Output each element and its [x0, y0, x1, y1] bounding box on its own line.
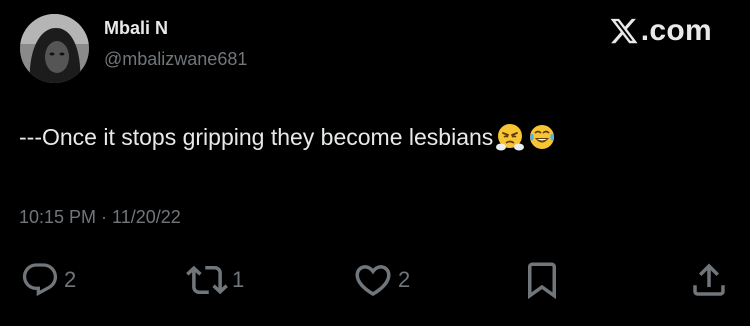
reply-count: 2 [64, 267, 77, 292]
tweet-action-bar: 2 1 2 [0, 258, 750, 302]
tweet-text: ---Once it stops gripping they become le… [19, 123, 494, 150]
tweet-timestamp[interactable]: 10:15 PM · 11/20/22 [19, 207, 181, 228]
retweet-button[interactable]: 1 [186, 258, 244, 302]
bookmark-icon [521, 259, 563, 301]
reply-icon [20, 260, 60, 300]
face-with-tears-of-joy-icon [527, 122, 557, 152]
share-button[interactable] [688, 258, 730, 302]
brand-domain-text: .com [640, 14, 712, 47]
author-handle[interactable]: @mbalizwane681 [104, 49, 247, 70]
brand-watermark: .com [609, 13, 712, 49]
share-icon [688, 259, 730, 301]
tweet-body: ---Once it stops gripping they become le… [19, 122, 557, 152]
avatar[interactable] [20, 14, 89, 83]
like-button[interactable]: 2 [352, 258, 410, 302]
heart-icon [352, 259, 394, 301]
retweet-count: 1 [232, 267, 245, 292]
reply-button[interactable]: 2 [20, 258, 76, 302]
author-display-name[interactable]: Mbali N [104, 18, 168, 39]
retweet-icon [186, 259, 228, 301]
like-count: 2 [398, 267, 411, 292]
x-logo-icon [609, 16, 639, 46]
bookmark-button[interactable] [521, 258, 563, 302]
face-with-steam-from-nose-icon [495, 122, 525, 152]
